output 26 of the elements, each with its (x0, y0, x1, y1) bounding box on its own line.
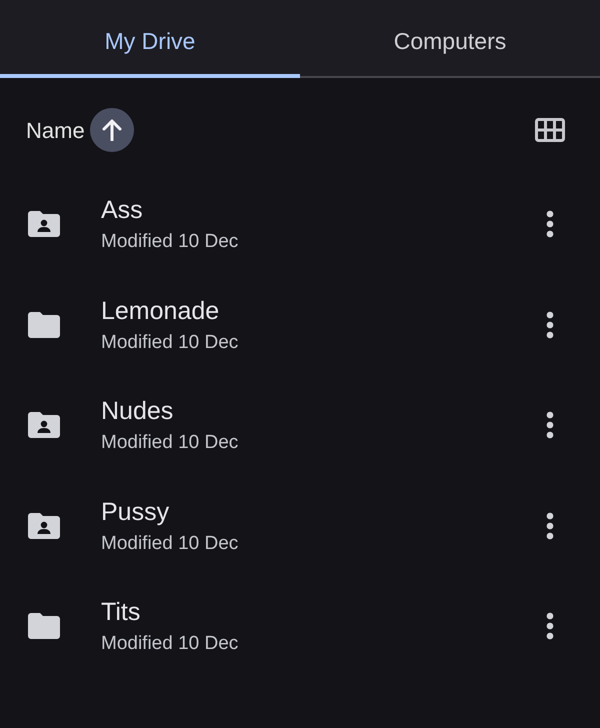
more-vertical-icon (546, 612, 554, 640)
modified-date: Modified 10 Dec (101, 432, 238, 454)
file-name: Pussy (101, 496, 170, 527)
folder-icon (28, 613, 60, 640)
modified-date: Modified 10 Dec (101, 532, 238, 555)
file-name: Lemonade (101, 296, 220, 326)
file-name: Ass (101, 195, 143, 226)
sort-label: Name (26, 116, 85, 144)
modified-date: Modified 10 Dec (101, 231, 238, 254)
sort-direction-button[interactable] (90, 108, 134, 152)
folder-icon (28, 312, 60, 338)
more-vertical-icon (546, 512, 554, 540)
arrow-up-icon (102, 119, 122, 141)
modified-date: Modified 10 Dec (101, 633, 238, 656)
tab[interactable]: My Drive (0, 0, 300, 78)
tab[interactable]: Computers (300, 0, 600, 76)
more-vertical-icon (546, 210, 554, 238)
shared-folder-icon (28, 512, 60, 539)
shared-folder-icon (28, 211, 60, 238)
more-vertical-icon (546, 310, 554, 339)
file-name: Nudes (101, 396, 174, 426)
more-vertical-icon (546, 411, 554, 440)
file-name: Tits (101, 597, 140, 628)
grid-icon (535, 118, 565, 142)
modified-date: Modified 10 Dec (101, 332, 238, 354)
shared-folder-icon (28, 412, 60, 438)
